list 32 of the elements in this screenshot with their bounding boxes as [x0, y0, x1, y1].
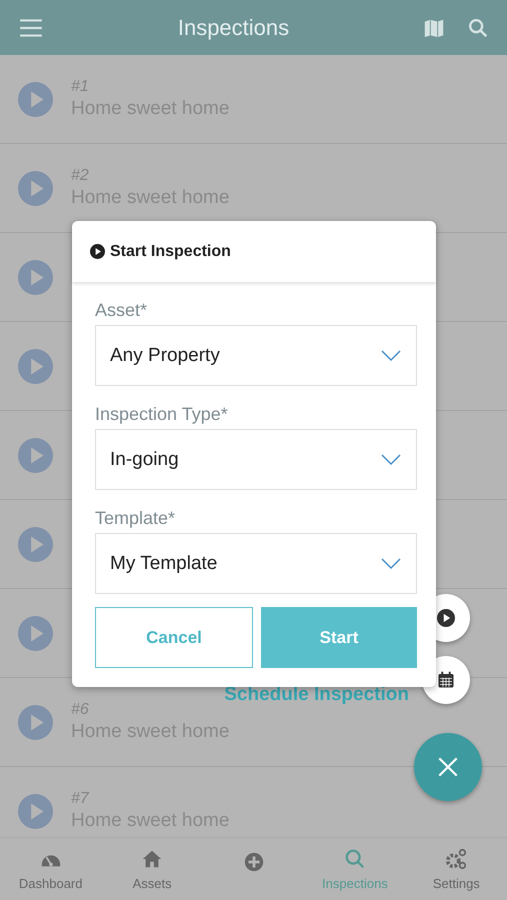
- play-icon[interactable]: [18, 170, 53, 206]
- nav-tab[interactable]: Dashboard: [0, 838, 102, 900]
- play-icon[interactable]: [18, 260, 53, 294]
- field-label: Template*: [95, 508, 176, 529]
- calendar-icon: [437, 671, 455, 689]
- start-button[interactable]: Start: [261, 607, 417, 668]
- screen-title: Inspections: [176, 14, 290, 40]
- play-icon[interactable]: [18, 526, 53, 562]
- chevron-down-icon: [380, 348, 402, 362]
- nav-tab[interactable]: Assets: [101, 838, 203, 900]
- nav-tab[interactable]: Inspections: [304, 838, 406, 900]
- field-label: Inspection Type*: [95, 404, 229, 425]
- dropdown-field[interactable]: In-going: [95, 429, 417, 490]
- dialog-title: Start Inspection: [110, 242, 231, 260]
- dropdown-field[interactable]: Any Property: [95, 325, 417, 386]
- dropdown-field[interactable]: My Template: [95, 533, 417, 594]
- play-icon[interactable]: [18, 616, 53, 650]
- field-label: Asset*: [95, 300, 148, 321]
- play-icon[interactable]: [18, 348, 53, 384]
- play-icon[interactable]: [18, 704, 53, 740]
- schedule-label[interactable]: Schedule Inspection: [224, 684, 409, 706]
- search-icon: [344, 848, 366, 870]
- chevron-down-icon: [380, 556, 402, 570]
- close-fab[interactable]: [414, 733, 482, 801]
- play-icon[interactable]: [18, 82, 53, 116]
- nav-tab[interactable]: Settings: [406, 838, 507, 900]
- plus-icon: [242, 851, 265, 873]
- play-icon: [90, 244, 105, 259]
- play-icon[interactable]: [18, 438, 53, 472]
- chevron-down-icon: [380, 452, 402, 466]
- cancel-button[interactable]: Cancel: [95, 607, 253, 668]
- play-icon[interactable]: [18, 794, 53, 828]
